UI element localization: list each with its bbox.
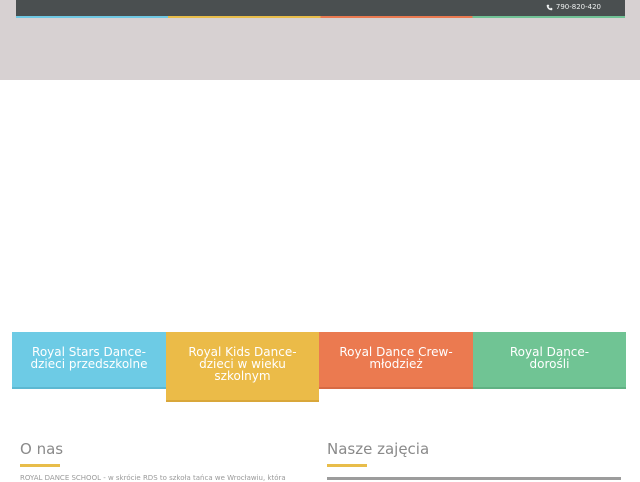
tile-label: Royal Stars Dance- dzieci przedszkolne bbox=[30, 345, 148, 371]
about-text: ROYAL DANCE SCHOOL - w skrócie RDS to sz… bbox=[20, 474, 286, 482]
classes-title: Nasze zajęcia bbox=[327, 440, 430, 458]
color-stripe bbox=[16, 16, 625, 18]
phone-number: 790-820-420 bbox=[555, 3, 601, 11]
tile-label: Royal Dance- dorośli bbox=[509, 345, 590, 371]
tile-royal-stars-dance[interactable]: Royal Stars Dance- dzieci przedszkolne bbox=[12, 332, 166, 389]
class-tiles: Royal Stars Dance- dzieci przedszkolne R… bbox=[12, 332, 626, 402]
phone-icon bbox=[546, 4, 553, 10]
phone-contact[interactable]: 790-820-420 bbox=[546, 3, 601, 11]
tile-royal-dance-adults[interactable]: Royal Dance- dorośli bbox=[473, 332, 626, 389]
tile-royal-dance-crew[interactable]: Royal Dance Crew- młodzież bbox=[319, 332, 473, 389]
about-underline bbox=[20, 464, 60, 467]
tile-label: Royal Kids Dance- dzieci w wieku szkolny… bbox=[188, 345, 297, 383]
classes-underline bbox=[327, 464, 367, 467]
tile-royal-kids-dance[interactable]: Royal Kids Dance- dzieci w wieku szkolny… bbox=[166, 332, 319, 402]
about-title: O nas bbox=[20, 440, 64, 458]
tile-label: Royal Dance Crew- młodzież bbox=[339, 345, 453, 371]
top-bar: 790-820-420 bbox=[16, 0, 625, 16]
